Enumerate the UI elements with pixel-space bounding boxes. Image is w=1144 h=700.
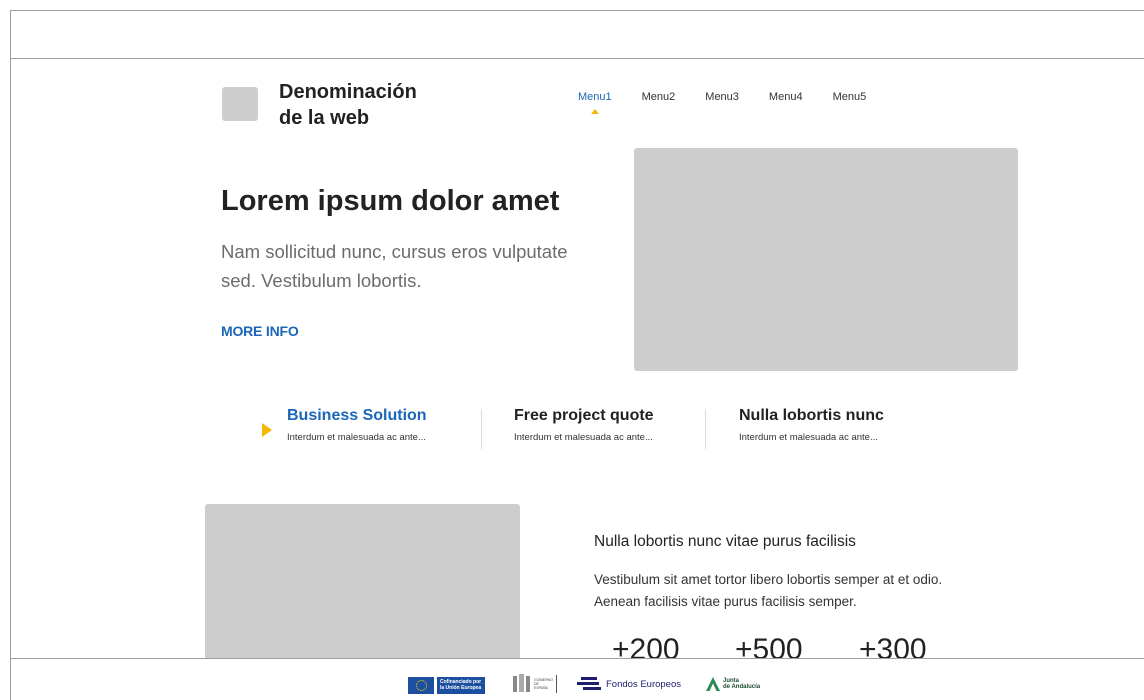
eu-logo-text: Cofinanciado por la Unión Europea	[437, 677, 485, 694]
section-image-placeholder	[205, 504, 520, 658]
spain-crest-icon	[511, 673, 531, 695]
hero-image-placeholder	[634, 148, 1018, 371]
fondos-europeos-text: Fondos Europeos	[606, 678, 681, 690]
feature-nulla-lobortis[interactable]: Nulla lobortis nunc Interdum et malesuad…	[739, 407, 884, 443]
nav-item-menu5[interactable]: Menu5	[833, 91, 867, 103]
feature-description: Interdum et malesuada ac ante...	[739, 432, 878, 443]
hero-title: Lorem ipsum dolor amet	[221, 185, 560, 217]
feature-active-arrow-icon	[262, 423, 272, 437]
stat-value: +300	[859, 633, 927, 658]
browser-top-bar	[10, 10, 1144, 59]
junta-andalucia-icon	[705, 676, 721, 692]
gobierno-logo: GOBIERNO DE ESPAÑA	[511, 673, 557, 695]
nav-item-menu2[interactable]: Menu2	[642, 91, 676, 103]
fondos-europeos-icon	[577, 675, 601, 693]
page-viewport: Denominación de la web Menu1 Menu2 Menu3…	[11, 59, 1144, 658]
nav-item-menu4[interactable]: Menu4	[769, 91, 803, 103]
hero-subtitle: Nam sollicitud nunc, cursus eros vulputa…	[221, 241, 568, 291]
nav-item-label: Menu3	[705, 91, 739, 103]
logo-separator	[556, 675, 557, 693]
feature-divider	[481, 409, 482, 449]
nav-item-label: Menu1	[578, 91, 612, 103]
site-name-line1: Denominación	[279, 81, 417, 103]
feature-description: Interdum et malesuada ac ante...	[287, 432, 426, 443]
feature-description: Interdum et malesuada ac ante...	[514, 432, 653, 443]
site-name-line2: de la web	[279, 107, 370, 129]
section-text: Vestibulum sit amet tortor libero lobort…	[594, 572, 943, 609]
eu-logo: Cofinanciado por la Unión Europea	[408, 677, 485, 694]
feature-free-project-quote[interactable]: Free project quote Interdum et malesuada…	[514, 407, 654, 443]
eu-flag-icon	[408, 677, 434, 694]
more-info-link[interactable]: MORE INFO	[221, 323, 299, 339]
site-name[interactable]: Denominación de la web	[279, 79, 479, 131]
feature-title: Free project quote	[514, 407, 654, 424]
feature-divider	[705, 409, 706, 449]
stat-value: +500	[735, 633, 803, 658]
nav-item-label: Menu2	[641, 91, 676, 103]
nav-item-menu1[interactable]: Menu1	[578, 91, 612, 114]
stat-value: +200	[612, 633, 680, 658]
feature-title: Nulla lobortis nunc	[739, 407, 884, 424]
gobierno-logo-text: GOBIERNO DE ESPAÑA	[534, 678, 553, 690]
nav-item-label: Menu4	[768, 91, 803, 103]
main-nav: Menu1 Menu2 Menu3 Menu4 Menu5	[578, 91, 896, 114]
fondos-europeos-logo: Fondos Europeos	[577, 675, 681, 693]
footer-funding-bar: Cofinanciado por la Unión Europea GOBIER…	[10, 658, 1144, 700]
active-indicator-icon	[590, 109, 599, 114]
nav-item-menu3[interactable]: Menu3	[705, 91, 739, 103]
feature-title: Business Solution	[287, 407, 427, 424]
site-logo[interactable]	[222, 87, 258, 121]
junta-andalucia-logo: Junta de Andalucía	[705, 676, 760, 692]
feature-business-solution[interactable]: Business Solution Interdum et malesuada …	[287, 407, 427, 443]
junta-andalucia-text: Junta de Andalucía	[723, 678, 760, 690]
nav-item-label: Menu5	[832, 91, 867, 103]
junta-line2: de Andalucía	[723, 684, 761, 690]
section-title: Nulla lobortis nunc vitae purus facilisi…	[594, 533, 856, 550]
